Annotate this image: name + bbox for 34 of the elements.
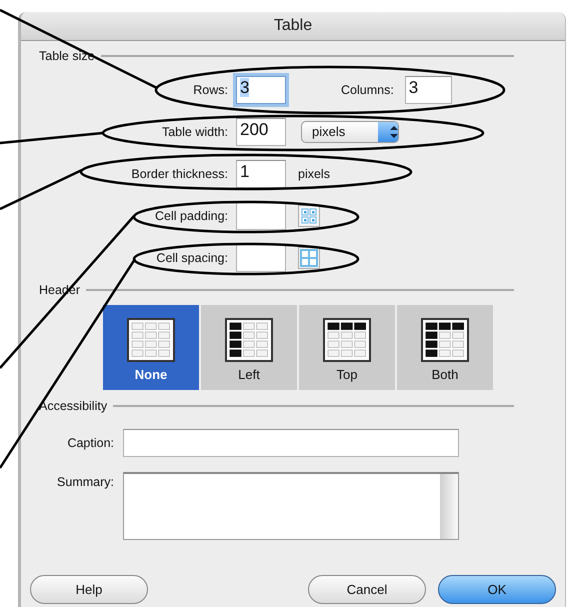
field-label: Caption:: [66, 436, 114, 450]
field-label: Summary:: [56, 474, 114, 489]
window-title: Table: [274, 17, 312, 35]
input-field[interactable]: 1: [236, 160, 286, 188]
stepper-arrows-icon: [390, 126, 398, 138]
input-field[interactable]: 200: [236, 118, 286, 146]
table-grid-icon: [127, 318, 175, 362]
cell-spacing-icon: [298, 247, 320, 269]
header-option[interactable]: None: [103, 305, 199, 390]
dialog-button[interactable]: Help: [30, 575, 148, 604]
header-option[interactable]: Left: [201, 305, 297, 390]
field-label: Cell padding:: [154, 209, 228, 223]
scrollbar[interactable]: [440, 474, 458, 539]
header-option[interactable]: Top: [299, 305, 395, 390]
text-area[interactable]: [123, 472, 459, 540]
table-grid-icon: [323, 318, 371, 362]
table-grid-icon: [421, 318, 469, 362]
unit-dropdown[interactable]: pixels: [301, 121, 399, 143]
input-field[interactable]: 3: [236, 76, 286, 104]
field-label: Cell spacing:: [155, 251, 228, 265]
header-option[interactable]: Both: [397, 305, 493, 390]
input-field[interactable]: [123, 429, 459, 457]
field-label: Rows:: [192, 83, 228, 97]
input-field[interactable]: [236, 202, 286, 230]
dialog-button[interactable]: OK: [438, 575, 556, 604]
input-field[interactable]: [236, 244, 286, 272]
input-field[interactable]: 3: [404, 76, 452, 104]
field-label: Border thickness:: [130, 167, 228, 181]
dialog-button[interactable]: Cancel: [308, 575, 426, 604]
table-grid-icon: [225, 318, 273, 362]
unit-label: pixels: [298, 167, 330, 181]
cell-padding-icon: [298, 205, 320, 227]
field-label: Table width:: [160, 125, 228, 139]
field-label: Columns:: [341, 83, 394, 97]
